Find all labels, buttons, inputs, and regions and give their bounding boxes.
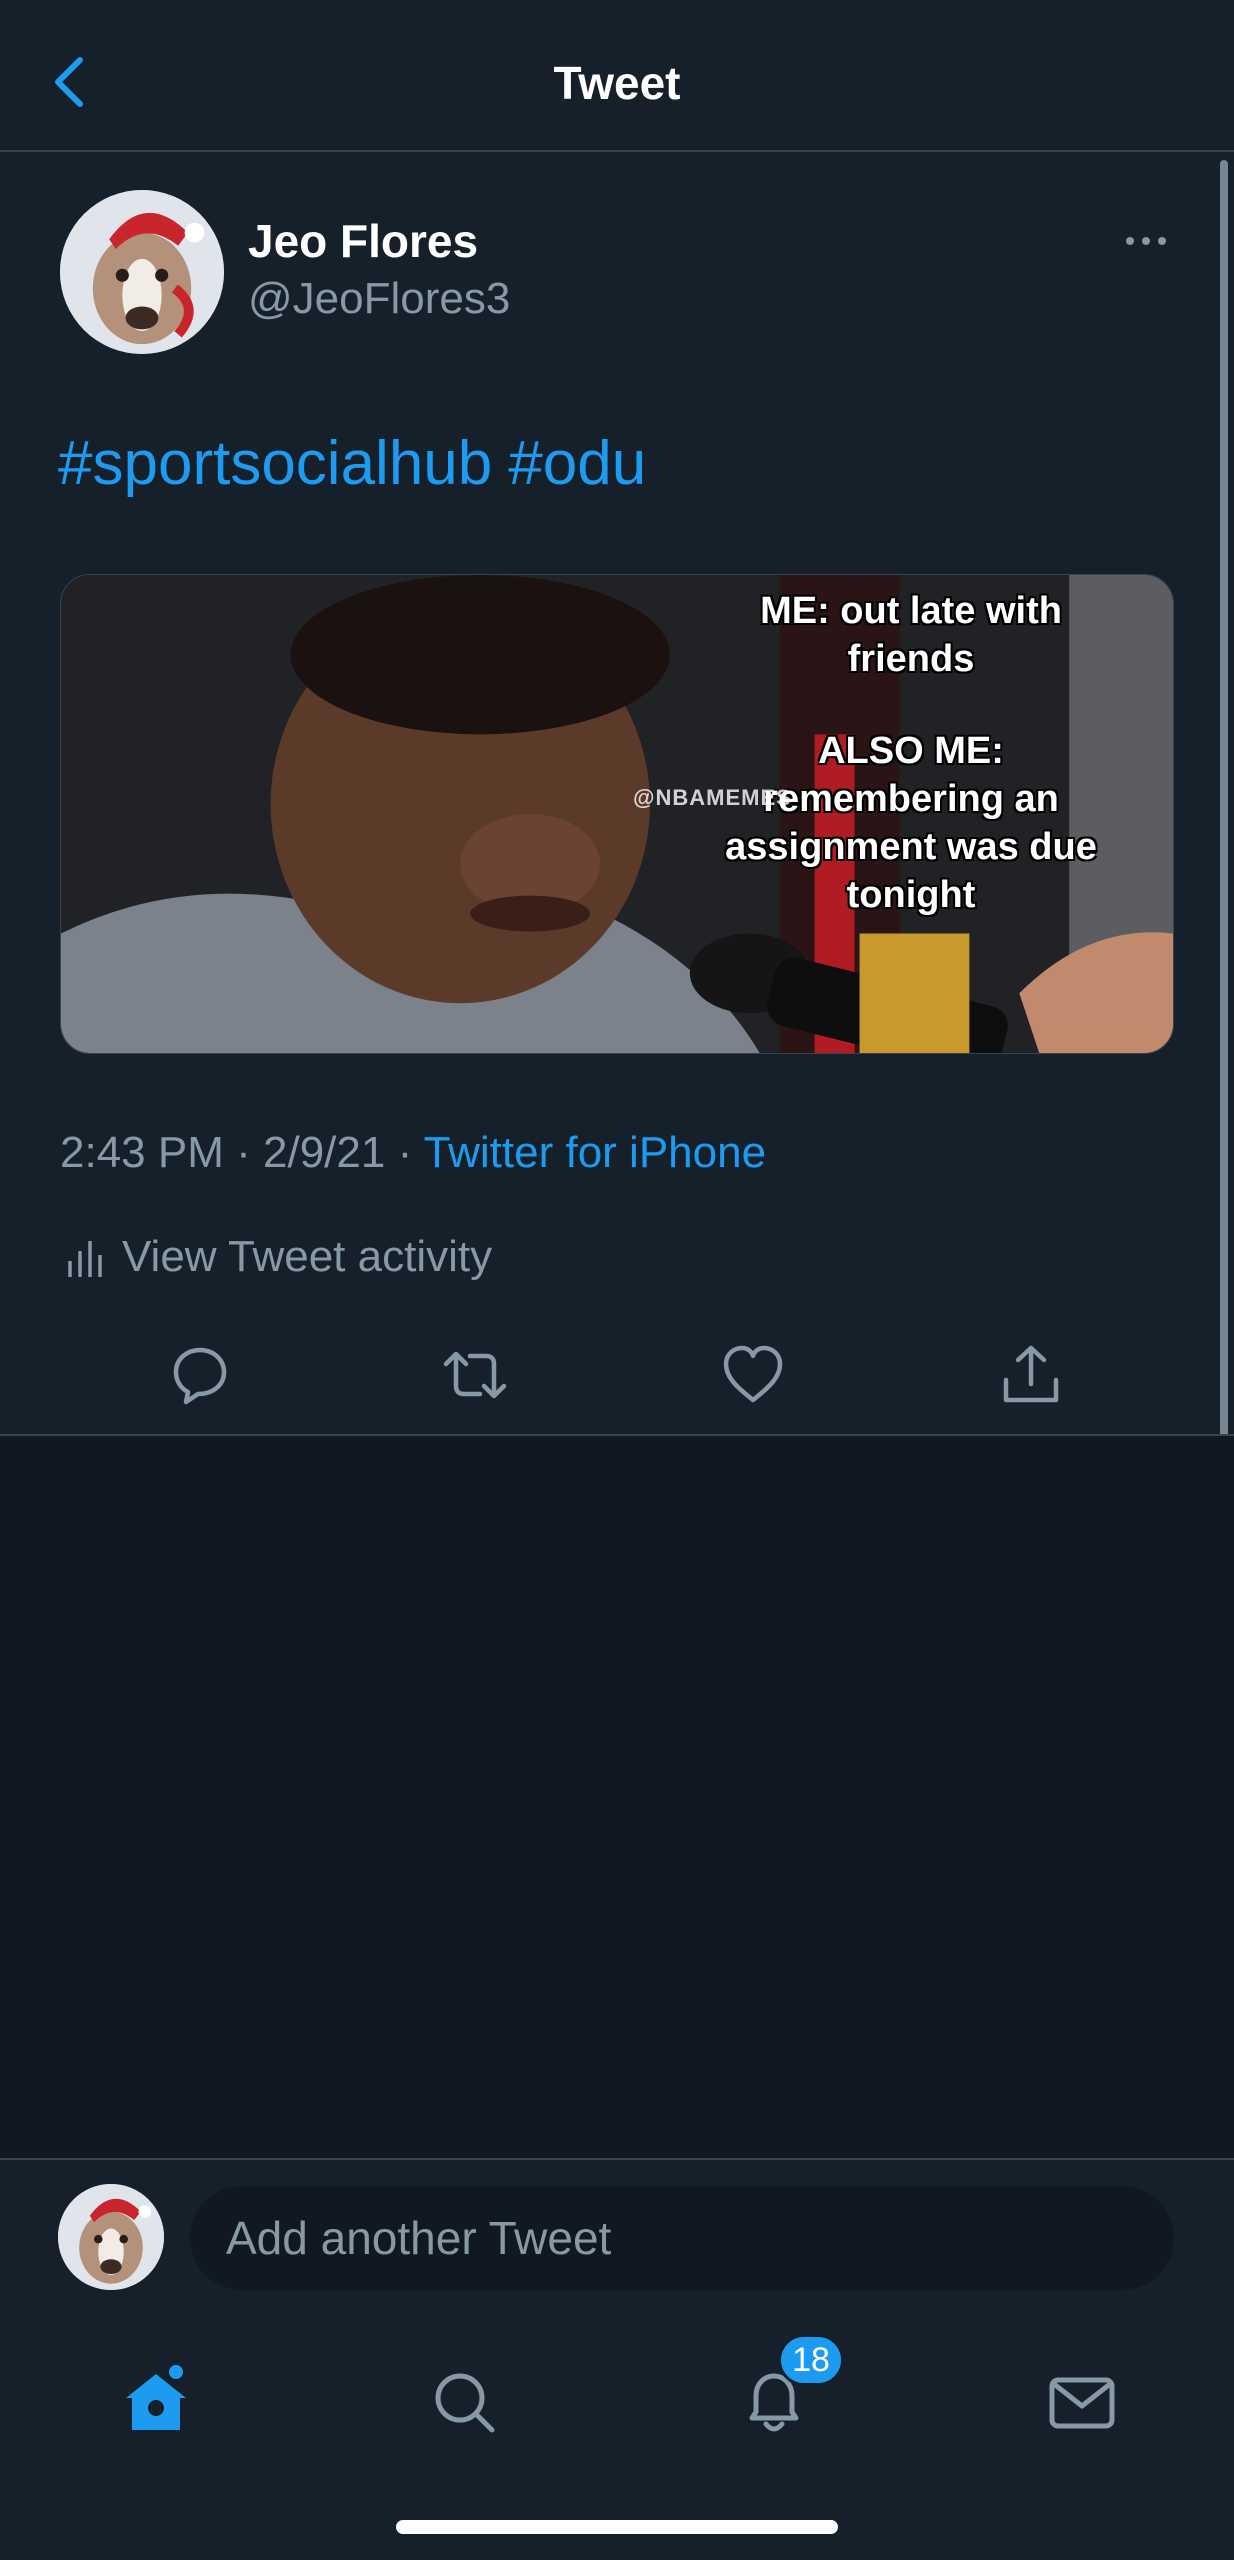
meme-watermark: @NBAMEMES xyxy=(633,785,792,810)
tweet-detail-screen: Tweet Jeo Flores @JeoFlores3 #sportsocia… xyxy=(0,0,1234,2560)
author-avatar[interactable] xyxy=(60,190,224,354)
home-icon xyxy=(126,2365,186,2430)
view-tweet-activity-button[interactable]: View Tweet activity xyxy=(64,1232,492,1282)
meta-separator: · xyxy=(397,1128,413,1177)
reply-button[interactable] xyxy=(164,1340,234,1410)
add-tweet-input[interactable] xyxy=(190,2186,1174,2290)
caption-line: assignment was due xyxy=(725,826,1097,868)
tweet-source-link[interactable]: Twitter for iPhone xyxy=(424,1128,766,1177)
user-avatar[interactable] xyxy=(58,2184,164,2290)
caption-line: tonight xyxy=(846,874,976,916)
share-icon xyxy=(1003,1345,1059,1403)
notifications-badge: 18 xyxy=(778,2334,844,2386)
activity-label: View Tweet activity xyxy=(122,1232,493,1281)
hashtag-link[interactable]: #odu xyxy=(508,429,646,498)
more-options-button[interactable] xyxy=(1122,226,1170,256)
author-handle[interactable]: @JeoFlores3 xyxy=(248,274,510,324)
tweet-media-image[interactable]: ME: out late with friends ALSO ME: remem… xyxy=(60,574,1174,1054)
reply-icon xyxy=(173,1347,227,1405)
mail-icon xyxy=(1049,2377,1115,2429)
meme-caption: ME: out late with friends ALSO ME: remem… xyxy=(641,587,1173,919)
like-button[interactable] xyxy=(718,1340,788,1410)
caption-line: ALSO ME: xyxy=(818,730,1004,772)
retweet-icon xyxy=(443,1351,507,1399)
home-indicator[interactable] xyxy=(396,2520,838,2534)
heart-icon xyxy=(723,1345,783,1403)
tab-search[interactable] xyxy=(424,2362,504,2442)
caption-line: ME: out late with xyxy=(760,590,1062,632)
search-icon xyxy=(435,2373,495,2433)
dog-avatar-image xyxy=(58,2184,164,2290)
tweet-text: #sportsocialhub #odu xyxy=(58,428,662,499)
hashtag-link[interactable]: #sportsocialhub xyxy=(58,429,492,498)
more-horizontal-icon xyxy=(1126,237,1166,245)
share-button[interactable] xyxy=(996,1340,1066,1410)
top-nav-bar: Tweet xyxy=(0,0,1234,152)
retweet-button[interactable] xyxy=(440,1340,510,1410)
dog-avatar-image xyxy=(60,190,224,354)
tab-messages[interactable] xyxy=(1042,2362,1122,2442)
meta-separator: · xyxy=(236,1128,251,1177)
tab-home[interactable] xyxy=(116,2362,196,2442)
tweet-timestamp: 2:43 PM · 2/9/21 · Twitter for iPhone xyxy=(60,1128,766,1178)
tweet-actions xyxy=(0,1340,1234,1420)
page-title: Tweet xyxy=(553,57,681,109)
author-name[interactable]: Jeo Flores xyxy=(248,214,478,268)
caption-line: friends xyxy=(847,638,975,680)
analytics-bars-icon xyxy=(68,1241,102,1277)
reply-compose-bar xyxy=(0,2158,1234,2328)
tweet-time: 2:43 PM xyxy=(60,1128,224,1177)
replies-area xyxy=(0,1436,1234,2158)
tweet-date: 2/9/21 xyxy=(263,1128,386,1177)
